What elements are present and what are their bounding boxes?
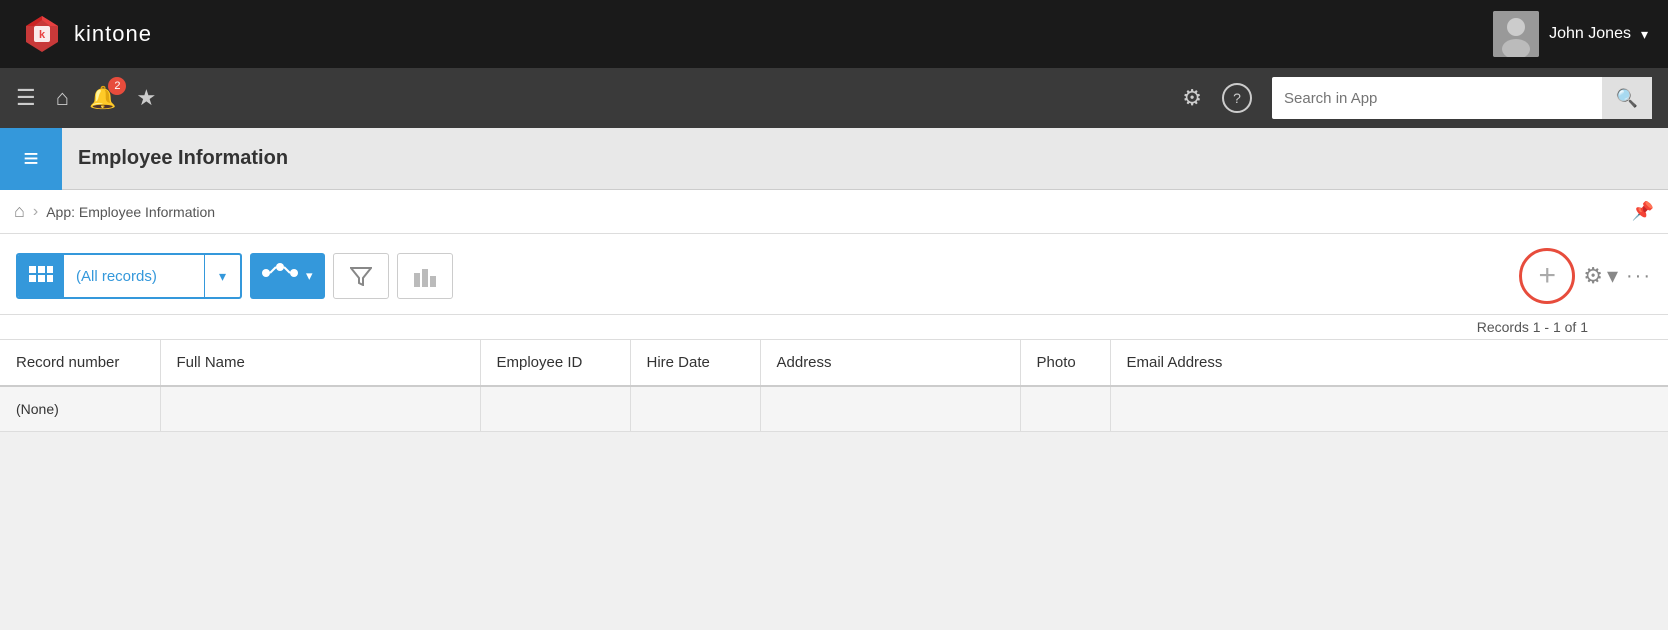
logo-area: k kintone [20, 12, 1493, 56]
flow-icon-svg [262, 261, 298, 285]
view-label: (All records) [64, 268, 204, 285]
process-button[interactable]: ▾ [250, 253, 325, 299]
cell-address [760, 386, 1020, 432]
kintone-logo-icon: k [20, 12, 64, 56]
cell-hire-date [630, 386, 760, 432]
secondary-nav-bar: ☰ ⌂ 🔔 2 ★ ⚙ ? 🔍 [0, 68, 1668, 128]
cell-email-address [1110, 386, 1668, 432]
graph-icon [412, 265, 438, 287]
menu-icon[interactable]: ☰ [16, 85, 36, 111]
user-avatar [1493, 11, 1539, 57]
col-header-address: Address [760, 340, 1020, 386]
toolbar-area: (All records) ▾ ▾ + ⚙ ▾ [0, 234, 1668, 315]
home-icon[interactable]: ⌂ [56, 85, 69, 111]
records-count-text: Records 1 - 1 of 1 [1477, 319, 1588, 335]
search-input[interactable] [1272, 90, 1602, 107]
cell-photo [1020, 386, 1110, 432]
favorites-icon[interactable]: ★ [136, 85, 156, 111]
notification-badge: 2 [108, 77, 126, 95]
search-button[interactable]: 🔍 [1602, 77, 1652, 119]
table-header-row: Record number Full Name Employee ID Hire… [0, 340, 1668, 386]
breadcrumb-separator: › [33, 203, 38, 221]
filter-icon [350, 266, 372, 286]
breadcrumb-bar: ⌂ › App: Employee Information 📌 [0, 190, 1668, 234]
user-dropdown-chevron[interactable]: ▾ [1641, 26, 1648, 43]
user-name-label: John Jones [1549, 25, 1631, 43]
records-count-bar: Records 1 - 1 of 1 [0, 315, 1668, 340]
process-dropdown-icon: ▾ [306, 268, 313, 284]
grid-view-icon [29, 266, 53, 286]
notifications-icon[interactable]: 🔔 2 [89, 85, 116, 111]
cell-record-number: (None) [0, 386, 160, 432]
col-header-employee-id: Employee ID [480, 340, 630, 386]
view-icon-button[interactable] [18, 253, 64, 299]
table-row: (None) [0, 386, 1668, 432]
add-record-button[interactable]: + [1519, 248, 1575, 304]
breadcrumb-home-icon[interactable]: ⌂ [14, 201, 25, 222]
settings-icon[interactable]: ⚙ [1182, 85, 1202, 111]
filter-button[interactable] [333, 253, 389, 299]
cell-full-name [160, 386, 480, 432]
pin-icon[interactable]: 📌 [1632, 201, 1654, 222]
top-nav-bar: k kintone John Jones ▾ [0, 0, 1668, 68]
col-header-email-address: Email Address [1110, 340, 1668, 386]
app-title-bar: ≡ Employee Information [0, 128, 1668, 190]
view-selector: (All records) ▾ [16, 253, 242, 299]
cell-employee-id [480, 386, 630, 432]
table-settings-button[interactable]: ⚙ ▾ [1583, 263, 1618, 289]
col-header-hire-date: Hire Date [630, 340, 760, 386]
app-list-icon-button[interactable]: ≡ [0, 128, 62, 190]
user-area: John Jones ▾ [1493, 11, 1648, 57]
col-header-record-number: Record number [0, 340, 160, 386]
process-flow-icon [262, 261, 298, 291]
table-settings-dropdown-icon: ▾ [1607, 263, 1618, 289]
help-icon[interactable]: ? [1222, 83, 1252, 113]
graph-button[interactable] [397, 253, 453, 299]
col-header-photo: Photo [1020, 340, 1110, 386]
view-dropdown-button[interactable]: ▾ [204, 253, 240, 299]
records-table: Record number Full Name Employee ID Hire… [0, 340, 1668, 432]
app-title: Employee Information [62, 147, 288, 170]
col-header-full-name: Full Name [160, 340, 480, 386]
more-options-button[interactable]: ··· [1626, 265, 1652, 288]
table-settings-icon: ⚙ [1583, 263, 1603, 289]
logo-text: kintone [74, 21, 152, 47]
svg-text:k: k [39, 29, 46, 41]
search-area: 🔍 [1272, 77, 1652, 119]
breadcrumb-text: App: Employee Information [46, 204, 215, 220]
